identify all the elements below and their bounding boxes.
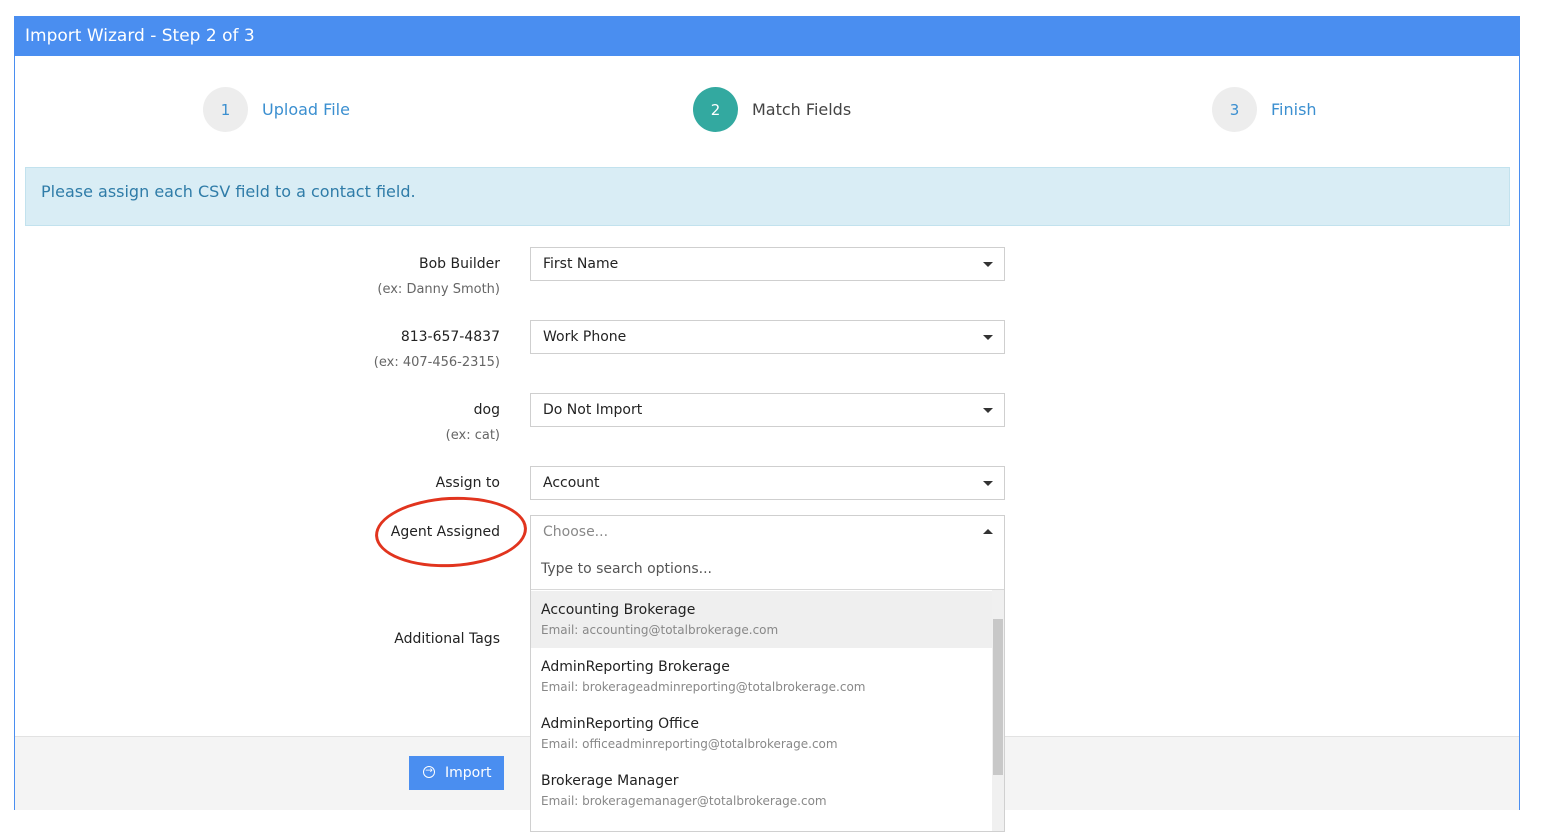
step-number-3: 3 xyxy=(1212,87,1257,132)
dropdown-option[interactable]: Brokerage Manager Email: brokeragemanage… xyxy=(531,762,992,819)
import-button[interactable]: → Import xyxy=(409,756,504,790)
field-mapping-select[interactable]: Do Not Import xyxy=(530,393,1005,427)
field-mapping-select[interactable]: First Name xyxy=(530,247,1005,281)
option-email: Email: accounting@totalbrokerage.com xyxy=(541,623,779,637)
option-name: AdminReporting Office xyxy=(541,716,699,732)
csv-field-hint: (ex: Danny Smoth) xyxy=(377,282,500,297)
select-value: Work Phone xyxy=(543,329,627,345)
step-number-2: 2 xyxy=(693,87,738,132)
select-value: First Name xyxy=(543,256,619,272)
step-match-fields: 2 Match Fields xyxy=(693,87,851,132)
csv-field-label: dog xyxy=(473,402,500,418)
additional-tags-label: Additional Tags xyxy=(394,631,500,647)
import-button-label: Import xyxy=(445,765,492,781)
step-label-match-fields: Match Fields xyxy=(752,100,852,119)
option-name: AdminReporting Brokerage xyxy=(541,659,730,675)
option-email: Email: brokerageadminreporting@totalbrok… xyxy=(541,680,866,694)
caret-up-icon xyxy=(983,529,993,534)
caret-down-icon xyxy=(983,408,993,413)
option-email: Email: brokeragemanager@totalbrokerage.c… xyxy=(541,794,827,808)
caret-down-icon xyxy=(983,335,993,340)
step-label-finish[interactable]: Finish xyxy=(1271,100,1317,119)
csv-field-label: Bob Builder xyxy=(418,256,500,272)
dropdown-search-input[interactable]: Type to search options... xyxy=(531,548,1004,590)
caret-down-icon xyxy=(983,262,993,267)
select-placeholder: Choose... xyxy=(543,524,609,540)
option-email: Email: officeadminreporting@totalbrokera… xyxy=(541,737,838,751)
panel-header-title: Import Wizard - Step 2 of 3 xyxy=(14,16,1520,56)
agent-assigned-select[interactable]: Choose... xyxy=(530,515,1005,549)
dropdown-scrollbar-thumb[interactable] xyxy=(993,619,1003,775)
option-name: Accounting Brokerage xyxy=(541,602,696,618)
dropdown-option[interactable]: AdminReporting Brokerage Email: brokerag… xyxy=(531,648,992,705)
option-name: Brokerage Manager xyxy=(541,773,679,789)
step-finish[interactable]: 3 Finish xyxy=(1212,87,1317,132)
step-number-1: 1 xyxy=(203,87,248,132)
select-value: Account xyxy=(543,475,600,491)
step-upload-file[interactable]: 1 Upload File xyxy=(203,87,350,132)
info-alert: Please assign each CSV field to a contac… xyxy=(25,167,1510,226)
dropdown-option[interactable]: AdminReporting Office Email: officeadmin… xyxy=(531,705,992,762)
agent-dropdown-menu: Type to search options... Accounting Bro… xyxy=(530,548,1005,832)
assign-to-label: Assign to xyxy=(435,475,500,491)
caret-down-icon xyxy=(983,481,993,486)
csv-field-hint: (ex: cat) xyxy=(445,428,500,443)
csv-field-label: 813-657-4837 xyxy=(400,329,500,345)
csv-field-hint: (ex: 407-456-2315) xyxy=(373,355,500,370)
assign-to-select[interactable]: Account xyxy=(530,466,1005,500)
arrow-right-circle-icon: → xyxy=(423,766,435,778)
step-label-upload-file[interactable]: Upload File xyxy=(262,100,350,119)
dropdown-option[interactable]: Accounting Brokerage Email: accounting@t… xyxy=(531,591,992,648)
select-value: Do Not Import xyxy=(543,402,643,418)
field-mapping-select[interactable]: Work Phone xyxy=(530,320,1005,354)
